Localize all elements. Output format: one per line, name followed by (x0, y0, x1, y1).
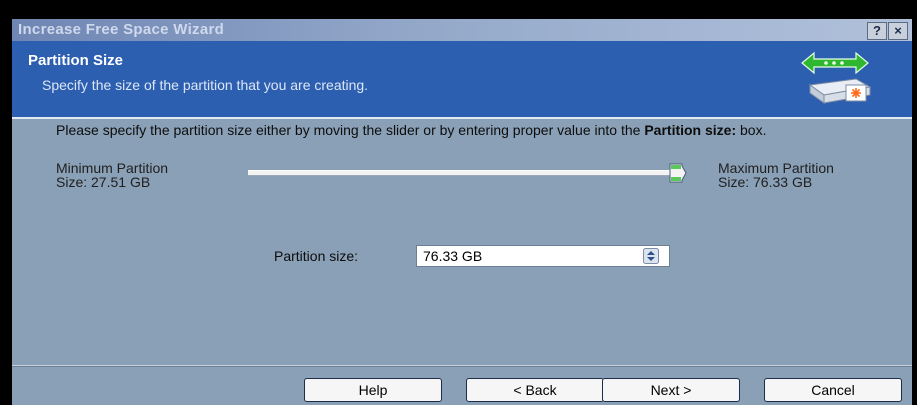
page-title: Partition Size (28, 52, 124, 69)
wizard-window: Increase Free Space Wizard ? × Partition… (12, 19, 912, 405)
cancel-button[interactable]: Cancel (764, 378, 902, 402)
instruction-text: Please specify the partition size either… (56, 122, 767, 138)
window-title: Increase Free Space Wizard (18, 21, 225, 38)
instruction-bold: Partition size: (644, 122, 737, 138)
partition-size-input[interactable]: 76.33 GB (416, 245, 670, 267)
wizard-header: Partition Size Specify the size of the p… (12, 41, 912, 117)
help-title-button[interactable]: ? (867, 22, 887, 40)
next-button[interactable]: Next > (602, 378, 740, 402)
partition-size-label: Partition size: (274, 248, 359, 264)
minimum-partition-label: Minimum Partition Size: 27.51 GB (56, 160, 169, 190)
disk-arrows-icon (801, 51, 872, 104)
slider-thumb-icon[interactable] (666, 162, 688, 184)
page-subtitle: Specify the size of the partition that y… (42, 77, 369, 93)
header-divider (12, 117, 912, 119)
help-button[interactable]: Help (304, 378, 442, 402)
back-button[interactable]: < Back (466, 378, 604, 402)
close-title-button[interactable]: × (888, 22, 908, 40)
maximum-partition-label: Maximum Partition Size: 76.33 GB (718, 160, 834, 190)
partition-size-slider[interactable] (248, 170, 684, 176)
footer-divider (12, 365, 912, 367)
title-bar: Increase Free Space Wizard ? × (12, 19, 912, 41)
partition-size-value: 76.33 GB (423, 248, 483, 264)
spinner-icon[interactable] (643, 248, 659, 264)
